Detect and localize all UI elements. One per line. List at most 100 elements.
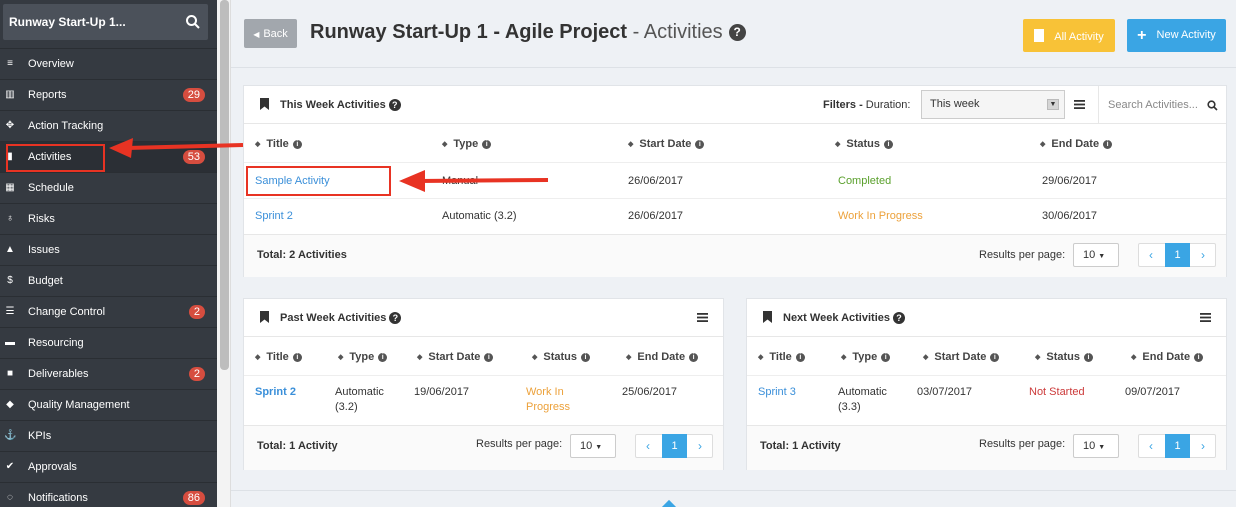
sidebar-item-issues[interactable]: ▲ Issues <box>0 234 217 265</box>
count-badge: 86 <box>182 491 205 505</box>
project-search-box[interactable]: Runway Start-Up 1... <box>3 4 208 40</box>
sort-icon: ◆ <box>442 141 448 148</box>
sort-icon: ◆ <box>758 354 764 361</box>
sidebar-item-budget[interactable]: $ Budget <box>0 265 217 296</box>
plus-icon: + <box>1137 26 1147 44</box>
column-header-type[interactable]: ◆ Type i <box>338 351 388 363</box>
total-count: Total: 1 Activity <box>760 440 841 452</box>
search-activities-input[interactable] <box>1100 90 1224 119</box>
project-name: Runway Start-Up 1... <box>9 15 126 29</box>
chevron-right-icon[interactable]: › <box>1201 439 1205 453</box>
activity-title-link[interactable]: Sprint 3 <box>758 386 796 398</box>
count-badge: 2 <box>188 367 205 381</box>
activity-title-link[interactable]: Sprint 2 <box>255 210 293 222</box>
sidebar-item-notifications[interactable]: ◌ Notifications 86 <box>0 482 217 507</box>
help-icon[interactable]: ? <box>388 99 401 111</box>
anchor-icon: ⚓ <box>4 430 17 441</box>
column-header-end-date[interactable]: ◆ End Date i <box>626 351 699 363</box>
info-icon: i <box>292 353 302 362</box>
info-icon: i <box>484 353 494 362</box>
activity-title-link[interactable]: Sprint 2 <box>255 386 296 398</box>
activity-type-line2: (3.3) <box>838 401 861 413</box>
thumbs-up-icon: ✔ <box>5 461 15 472</box>
annotation-arrow-icon <box>109 138 244 158</box>
sidebar-item-overview[interactable]: ≡ Overview <box>0 48 217 79</box>
help-icon[interactable]: ? <box>893 312 905 324</box>
sidebar-item-quality-management[interactable]: ◆ Quality Management <box>0 389 217 420</box>
results-per-page-select[interactable]: 10 ▼ <box>570 434 616 458</box>
sidebar-item-reports[interactable]: ▥ Reports 29 <box>0 79 217 110</box>
chevron-left-icon[interactable]: ‹ <box>646 439 650 453</box>
sidebar-item-resourcing[interactable]: ▬ Resourcing <box>0 327 217 358</box>
chevron-right-icon[interactable]: › <box>698 439 702 453</box>
info-icon: i <box>881 353 891 362</box>
column-header-start-date[interactable]: ◆ Start Date i <box>628 138 705 150</box>
sidebar-item-change-control[interactable]: ☰ Change Control 2 <box>0 296 217 327</box>
page-number[interactable]: 1 <box>662 434 687 458</box>
all-activity-button[interactable]: All Activity <box>1023 19 1115 52</box>
help-icon[interactable]: ? <box>389 312 402 324</box>
activity-start-date: 26/06/2017 <box>628 210 684 222</box>
duration-select[interactable]: This week ▼ <box>921 90 1065 119</box>
new-activity-button[interactable]: + New Activity <box>1127 19 1226 52</box>
activity-status: Not Started <box>1029 386 1085 398</box>
column-header-type[interactable]: ◆ Type i <box>841 351 891 363</box>
activity-status-line2: Progress <box>526 401 571 413</box>
column-label: Status <box>543 351 578 363</box>
sort-icon: ◆ <box>1040 141 1046 148</box>
info-icon: i <box>581 353 591 362</box>
search-icon[interactable] <box>1207 100 1218 111</box>
results-per-page-select[interactable]: 10 ▼ <box>1073 434 1119 458</box>
column-header-end-date[interactable]: ◆ End Date i <box>1040 138 1113 150</box>
crosshair-icon: ✥ <box>5 120 15 131</box>
column-label: End Date <box>1142 351 1191 363</box>
help-icon[interactable]: ? <box>728 24 746 41</box>
sort-icon: ◆ <box>255 354 261 361</box>
column-header-type[interactable]: ◆ Type i <box>442 138 492 150</box>
menu-icon[interactable] <box>697 313 708 322</box>
sidebar-item-label: Issues <box>28 244 60 256</box>
menu-icon[interactable] <box>1074 100 1085 109</box>
page-number[interactable]: 1 <box>1165 434 1190 458</box>
column-header-status[interactable]: ◆ Status i <box>835 138 894 150</box>
sidebar-item-approvals[interactable]: ✔ Approvals <box>0 451 217 482</box>
sidebar-item-label: Risks <box>28 213 55 225</box>
new-activity-label: New Activity <box>1156 28 1216 41</box>
column-header-status[interactable]: ◆ Status i <box>532 351 591 363</box>
panel-header: This Week Activities? Filters - Duration… <box>244 86 1226 124</box>
sidebar-item-risks[interactable]: ♁ Risks <box>0 203 217 234</box>
column-header-title[interactable]: ◆ Title i <box>255 351 302 363</box>
pagination: ‹ 1 › <box>1138 243 1216 267</box>
annotation-arrow-icon <box>399 170 549 192</box>
bookmark-icon <box>260 98 269 110</box>
column-header-start-date[interactable]: ◆ Start Date i <box>923 351 1000 363</box>
column-header-title[interactable]: ◆ Title i <box>255 138 302 150</box>
menu-icon[interactable] <box>1200 313 1211 322</box>
search-icon[interactable] <box>184 13 202 31</box>
column-header-status[interactable]: ◆ Status i <box>1035 351 1094 363</box>
sidebar-item-kpis[interactable]: ⚓ KPIs <box>0 420 217 451</box>
sidebar-item-deliverables[interactable]: ■ Deliverables 2 <box>0 358 217 389</box>
table-footer: Total: 1 Activity Results per page: 10 ▼ … <box>747 425 1226 470</box>
info-icon: i <box>695 140 705 149</box>
bell-icon: ◌ <box>7 492 13 503</box>
sort-icon: ◆ <box>417 354 423 361</box>
folder-icon: ▬ <box>5 337 15 348</box>
chevron-left-icon[interactable]: ‹ <box>1149 439 1153 453</box>
panel-title: Next Week Activities? <box>783 312 905 324</box>
chevron-left-icon: ◀ <box>253 29 260 39</box>
page-number[interactable]: 1 <box>1165 243 1190 267</box>
column-label: End Date <box>1051 138 1100 150</box>
column-header-end-date[interactable]: ◆ End Date i <box>1131 351 1204 363</box>
chevron-right-icon[interactable]: › <box>1201 248 1205 262</box>
chevron-left-icon[interactable]: ‹ <box>1149 248 1153 262</box>
sidebar-scroll-thumb[interactable] <box>220 0 229 370</box>
activities-highlight-box <box>6 144 105 172</box>
column-header-title[interactable]: ◆ Title i <box>758 351 805 363</box>
back-button[interactable]: ◀ Back <box>244 19 297 48</box>
results-per-page-label: Results per page: <box>979 438 1066 450</box>
results-per-page-select[interactable]: 10 ▼ <box>1073 243 1119 267</box>
column-header-start-date[interactable]: ◆ Start Date i <box>417 351 494 363</box>
results-per-page-label: Results per page: <box>979 249 1066 261</box>
sidebar-item-schedule[interactable]: ▦ Schedule <box>0 172 217 203</box>
